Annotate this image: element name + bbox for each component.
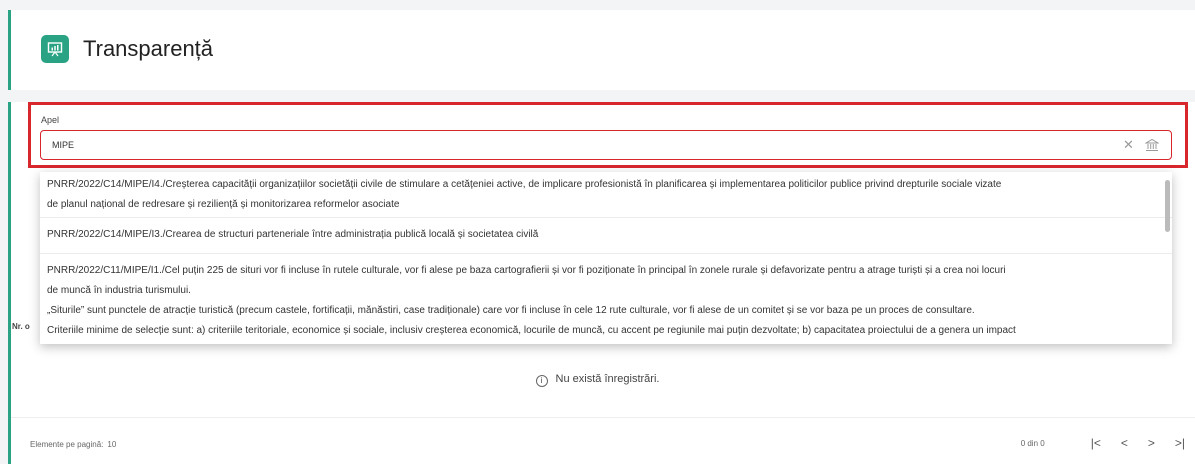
autocomplete-dropdown: PNRR/2022/C14/MIPE/I4./Creșterea capacit… — [40, 172, 1172, 344]
option-text: PNRR/2022/C11/MIPE/I1./Cel puțin 225 de … — [47, 265, 1006, 276]
clear-icon[interactable]: ✕ — [1123, 137, 1134, 153]
apel-search-input[interactable] — [40, 130, 1172, 160]
dropdown-option[interactable]: PNRR/2022/C11/MIPE/I1./Cel puțin 225 de … — [40, 254, 1172, 341]
items-per-page[interactable]: Elemente pe pagină: 10 — [30, 440, 116, 449]
apel-label: Apel — [41, 115, 60, 125]
empty-state: i Nu există înregistrări. — [0, 373, 1195, 387]
table-header-nr[interactable]: Nr. o — [12, 322, 30, 331]
next-page-button[interactable]: > — [1148, 436, 1155, 450]
last-page-button[interactable]: >| — [1175, 436, 1185, 450]
page-range: 0 din 0 — [1020, 438, 1045, 448]
option-text: PNRR/2022/C14/MIPE/I3./Crearea de struct… — [47, 229, 539, 240]
option-text: PNRR/2022/C14/MIPE/I4./Creșterea capacit… — [47, 179, 1002, 190]
option-text: Criteriile minime de selecție sunt: a) c… — [47, 325, 1016, 336]
page-title: Transparență — [83, 36, 214, 61]
paginator: 0 din 0 |< < > >| — [1021, 436, 1185, 450]
empty-message: Nu există înregistrări. — [555, 373, 660, 385]
header-card: Transparență — [8, 10, 1195, 90]
institution-icon[interactable] — [1144, 138, 1160, 152]
items-per-page-label: Elemente pe pagină: — [30, 440, 104, 449]
prev-page-button[interactable]: < — [1121, 436, 1128, 450]
option-text: „Siturile” sunt punctele de atracție tur… — [47, 305, 975, 316]
option-text: de planul național de redresare și rezil… — [47, 199, 400, 210]
dropdown-scrollbar[interactable] — [1165, 180, 1170, 232]
first-page-button[interactable]: |< — [1091, 436, 1101, 450]
option-text: de muncă în industria turismului. — [47, 285, 191, 296]
items-per-page-value[interactable]: 10 — [107, 440, 116, 449]
info-icon: i — [535, 375, 548, 387]
dropdown-option[interactable]: PNRR/2022/C14/MIPE/I3./Crearea de struct… — [40, 218, 1172, 254]
presentation-icon — [41, 35, 69, 63]
dropdown-option[interactable]: PNRR/2022/C14/MIPE/I4./Creșterea capacit… — [40, 172, 1172, 218]
footer-divider — [11, 417, 1195, 418]
